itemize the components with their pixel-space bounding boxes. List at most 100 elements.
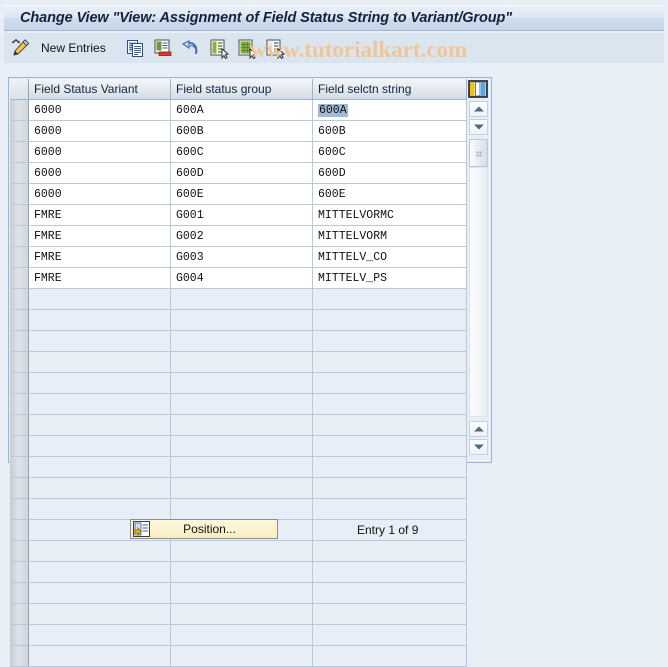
column-header-field-selection-string[interactable]: Field selctn string	[313, 79, 467, 100]
new-entries-button[interactable]: New Entries	[41, 41, 106, 55]
cell-field-selection-string[interactable]	[313, 289, 467, 310]
cell-field-selection-string[interactable]	[313, 373, 467, 394]
cell-field-status-variant[interactable]: FMRE	[29, 205, 171, 226]
row-selector-button[interactable]	[10, 331, 29, 352]
table-row[interactable]: FMRE G001 MITTELVORMC	[10, 205, 468, 226]
scroll-down-button[interactable]	[469, 119, 488, 135]
cell-field-status-variant[interactable]: 6000	[29, 100, 171, 121]
cell-field-selection-string[interactable]	[313, 562, 467, 583]
cell-field-status-variant[interactable]	[29, 457, 171, 478]
row-selector-button[interactable]	[10, 520, 29, 541]
cell-field-status-variant[interactable]	[29, 646, 171, 667]
table-row[interactable]	[10, 625, 468, 646]
table-row[interactable]	[10, 541, 468, 562]
copy-icon[interactable]	[124, 37, 146, 59]
cell-field-status-variant[interactable]: 6000	[29, 121, 171, 142]
row-selector-button[interactable]	[10, 373, 29, 394]
cell-field-status-group[interactable]	[171, 499, 313, 520]
cell-field-status-variant[interactable]	[29, 310, 171, 331]
table-row[interactable]	[10, 373, 468, 394]
undo-icon[interactable]	[180, 37, 202, 59]
cell-field-selection-string[interactable]: MITTELV_CO	[313, 247, 467, 268]
cell-field-status-variant[interactable]: FMRE	[29, 247, 171, 268]
cell-field-status-variant[interactable]	[29, 331, 171, 352]
table-row[interactable]: 6000 600A 600A	[10, 100, 468, 121]
cell-field-status-group[interactable]	[171, 436, 313, 457]
table-row[interactable]	[10, 562, 468, 583]
cell-field-selection-string[interactable]: 600B	[313, 121, 467, 142]
row-selector-button[interactable]	[10, 205, 29, 226]
row-selector-button[interactable]	[10, 562, 29, 583]
cell-field-status-variant[interactable]	[29, 625, 171, 646]
table-row[interactable]	[10, 310, 468, 331]
row-selector-button[interactable]	[10, 415, 29, 436]
cell-field-status-variant[interactable]	[29, 604, 171, 625]
table-settings-icon[interactable]	[468, 80, 488, 98]
cell-field-selection-string[interactable]	[313, 352, 467, 373]
table-row[interactable]	[10, 457, 468, 478]
page-down-button[interactable]	[469, 439, 488, 455]
cell-field-status-group[interactable]	[171, 415, 313, 436]
table-row[interactable]	[10, 436, 468, 457]
cell-field-selection-string[interactable]	[313, 646, 467, 667]
cell-field-status-group[interactable]	[171, 646, 313, 667]
cell-field-selection-string[interactable]	[313, 604, 467, 625]
cell-field-status-variant[interactable]	[29, 415, 171, 436]
table-row[interactable]	[10, 331, 468, 352]
cell-field-selection-string[interactable]: 600A	[313, 100, 467, 121]
cell-field-selection-string[interactable]: 600E	[313, 184, 467, 205]
row-selector-button[interactable]	[10, 646, 29, 667]
column-header-field-status-variant[interactable]: Field Status Variant	[29, 79, 171, 100]
page-up-button[interactable]	[469, 421, 488, 437]
cell-field-status-group[interactable]	[171, 373, 313, 394]
row-selector-button[interactable]	[10, 310, 29, 331]
cell-field-selection-string[interactable]	[313, 310, 467, 331]
cell-field-selection-string[interactable]	[313, 499, 467, 520]
table-row[interactable]	[10, 289, 468, 310]
deselect-all-icon[interactable]	[264, 37, 286, 60]
position-button[interactable]: Position...	[130, 519, 278, 539]
row-selector-button[interactable]	[10, 247, 29, 268]
cell-field-status-group[interactable]: 600D	[171, 163, 313, 184]
cell-field-status-group[interactable]: 600C	[171, 142, 313, 163]
table-row[interactable]	[10, 604, 468, 625]
cell-field-status-group[interactable]	[171, 541, 313, 562]
cell-field-status-variant[interactable]	[29, 352, 171, 373]
cell-field-status-group[interactable]: G004	[171, 268, 313, 289]
table-row[interactable]: 6000 600C 600C	[10, 142, 468, 163]
cell-field-status-group[interactable]	[171, 604, 313, 625]
cell-field-status-group[interactable]: 600B	[171, 121, 313, 142]
cell-field-selection-string[interactable]	[313, 625, 467, 646]
cell-field-status-variant[interactable]	[29, 289, 171, 310]
table-row[interactable]	[10, 499, 468, 520]
cell-field-status-group[interactable]	[171, 625, 313, 646]
table-row[interactable]	[10, 646, 468, 667]
cell-field-status-group[interactable]	[171, 331, 313, 352]
cell-field-status-group[interactable]	[171, 583, 313, 604]
cell-field-status-group[interactable]: G002	[171, 226, 313, 247]
table-row[interactable]: 6000 600D 600D	[10, 163, 468, 184]
cell-field-selection-string[interactable]: 600D	[313, 163, 467, 184]
row-selector-button[interactable]	[10, 604, 29, 625]
cell-field-selection-string[interactable]	[313, 436, 467, 457]
cell-field-selection-string[interactable]: MITTELV_PS	[313, 268, 467, 289]
cell-field-selection-string[interactable]	[313, 478, 467, 499]
row-selector-button[interactable]	[10, 226, 29, 247]
cell-field-selection-string[interactable]: MITTELVORMC	[313, 205, 467, 226]
cell-field-status-variant[interactable]: 6000	[29, 184, 171, 205]
cell-field-selection-string[interactable]	[313, 331, 467, 352]
cell-field-status-variant[interactable]	[29, 394, 171, 415]
cell-field-status-group[interactable]	[171, 457, 313, 478]
row-selector-button[interactable]	[10, 541, 29, 562]
row-selector-button[interactable]	[10, 289, 29, 310]
table-row[interactable]	[10, 352, 468, 373]
row-selector-button[interactable]	[10, 394, 29, 415]
cell-field-status-variant[interactable]: FMRE	[29, 268, 171, 289]
cell-field-selection-string[interactable]	[313, 541, 467, 562]
cell-field-status-variant[interactable]	[29, 583, 171, 604]
cell-field-status-variant[interactable]	[29, 478, 171, 499]
table-row[interactable]: FMRE G004 MITTELV_PS	[10, 268, 468, 289]
row-selector-button[interactable]	[10, 142, 29, 163]
select-all-icon[interactable]	[208, 37, 230, 60]
row-selector-button[interactable]	[10, 499, 29, 520]
